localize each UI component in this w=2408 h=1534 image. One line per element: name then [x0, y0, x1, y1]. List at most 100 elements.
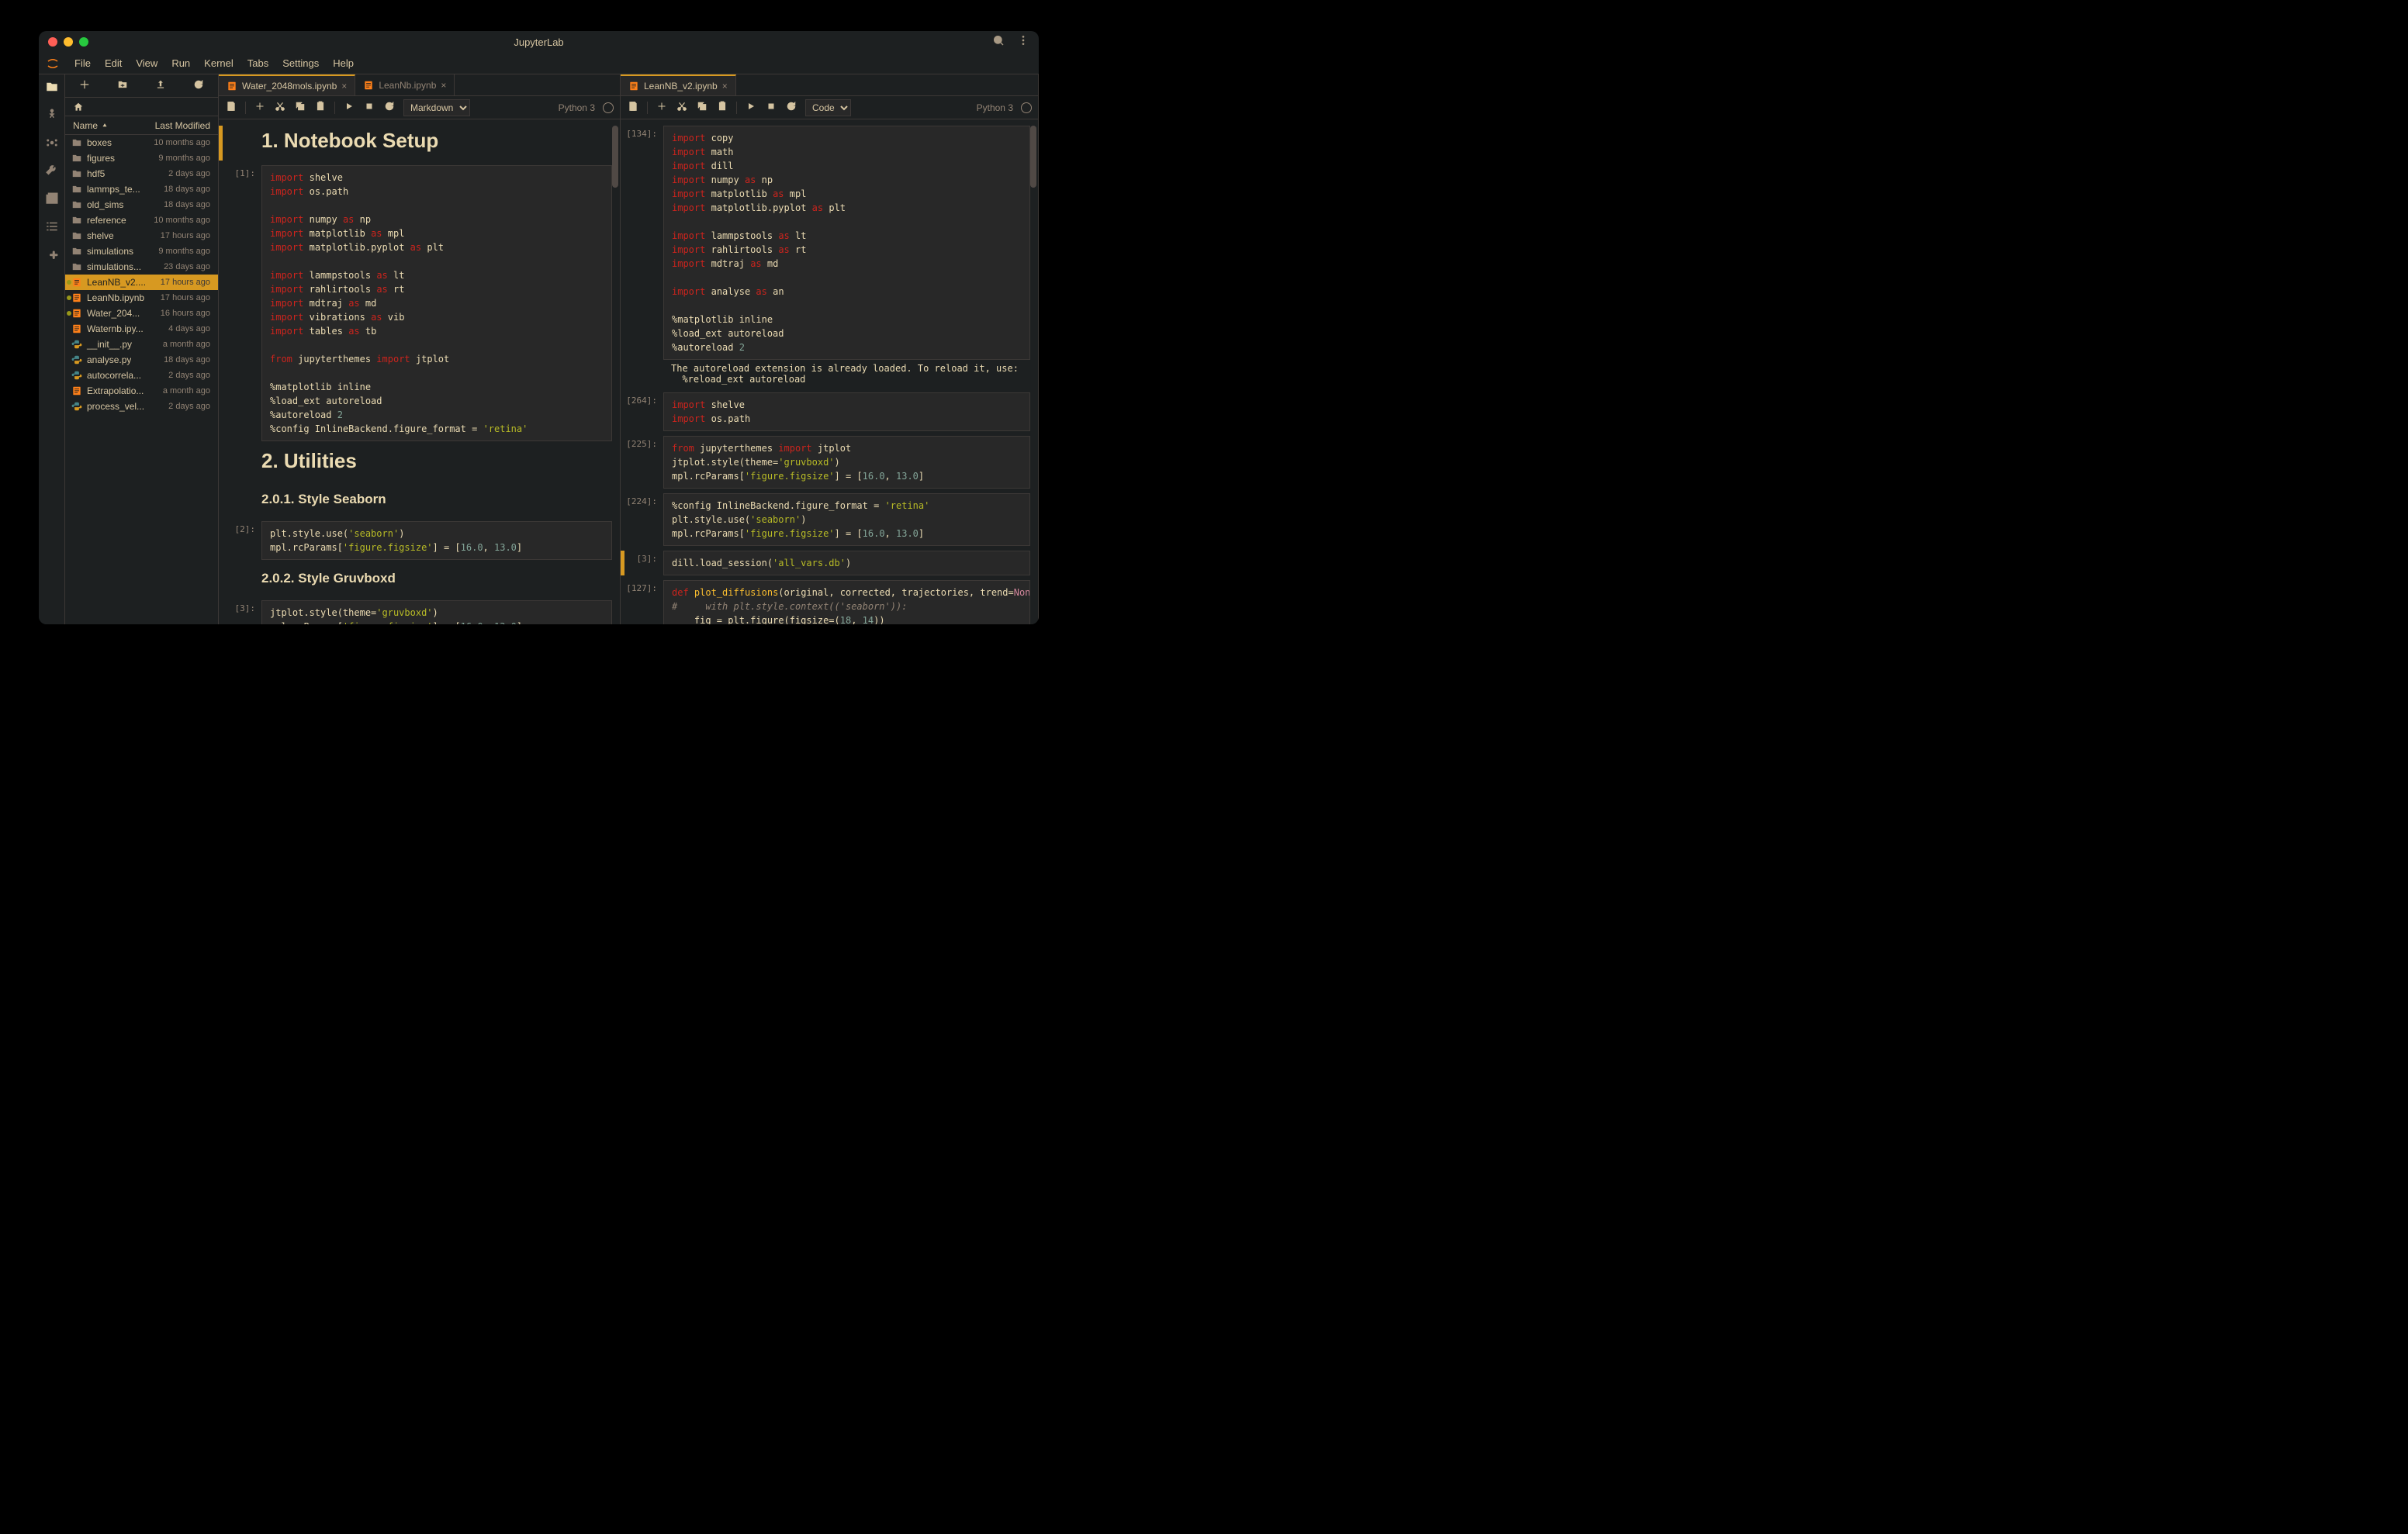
code-input[interactable]: def plot_diffusions(original, corrected,…	[663, 580, 1030, 624]
paste-button[interactable]	[716, 101, 728, 114]
markdown-cell[interactable]: 2.0.2. Style Gruvboxd	[261, 565, 612, 596]
notebook-cell[interactable]: 2.0.1. Style Seaborn	[219, 485, 620, 517]
running-tab-icon[interactable]	[44, 107, 60, 123]
menu-item-edit[interactable]: Edit	[99, 54, 128, 72]
file-browser-tab-icon[interactable]	[44, 79, 60, 95]
code-input[interactable]: jtplot.style(theme='gruvboxd') mpl.rcPar…	[261, 600, 612, 624]
file-item[interactable]: hdf52 days ago	[65, 166, 218, 181]
upload-icon[interactable]	[155, 79, 166, 92]
copy-button[interactable]	[696, 101, 708, 114]
file-item[interactable]: simulations9 months ago	[65, 244, 218, 259]
kernel-name[interactable]: Python 3	[977, 102, 1013, 113]
file-item[interactable]: figures9 months ago	[65, 150, 218, 166]
stop-button[interactable]	[765, 102, 777, 113]
notebook-cell[interactable]: [2]:plt.style.use('seaborn') mpl.rcParam…	[219, 521, 620, 560]
restart-button[interactable]	[383, 101, 396, 114]
restart-button[interactable]	[785, 101, 797, 114]
code-input[interactable]: plt.style.use('seaborn') mpl.rcParams['f…	[261, 521, 612, 560]
code-input[interactable]: import copy import math import dill impo…	[663, 126, 1030, 360]
file-item[interactable]: reference10 months ago	[65, 212, 218, 228]
close-icon[interactable]: ×	[341, 81, 347, 92]
run-button[interactable]	[745, 102, 757, 113]
kernel-status-icon[interactable]	[1021, 102, 1032, 113]
file-item[interactable]: shelve17 hours ago	[65, 228, 218, 244]
file-item[interactable]: LeanNB_v2....17 hours ago	[65, 275, 218, 290]
notebook-cell[interactable]: 1. Notebook Setup	[219, 126, 620, 161]
copy-button[interactable]	[294, 101, 306, 114]
cut-button[interactable]	[676, 101, 688, 114]
name-column-header[interactable]: Name	[73, 120, 98, 131]
markdown-cell[interactable]: 1. Notebook Setup	[261, 126, 612, 161]
tabs-tab-icon[interactable]	[44, 191, 60, 206]
toc-tab-icon[interactable]	[44, 219, 60, 234]
notebook-content-right[interactable]: [134]:import copy import math import dil…	[621, 119, 1038, 624]
window-maximize-button[interactable]	[79, 37, 88, 47]
breadcrumb[interactable]	[65, 98, 218, 116]
menu-item-kernel[interactable]: Kernel	[198, 54, 240, 72]
notebook-cell[interactable]: [224]:%config InlineBackend.figure_forma…	[621, 493, 1038, 546]
kernel-status-icon[interactable]	[603, 102, 614, 113]
close-icon[interactable]: ×	[441, 80, 446, 91]
file-item[interactable]: lammps_te...18 days ago	[65, 181, 218, 197]
markdown-cell[interactable]: 2.0.1. Style Seaborn	[261, 485, 612, 517]
code-input[interactable]: from jupyterthemes import jtplot jtplot.…	[663, 436, 1030, 489]
notebook-cell[interactable]: [264]:import shelve import os.path	[621, 392, 1038, 431]
run-button[interactable]	[343, 102, 355, 113]
cut-button[interactable]	[274, 101, 286, 114]
code-input[interactable]: dill.load_session('all_vars.db')	[663, 551, 1030, 575]
scrollbar[interactable]	[1030, 126, 1036, 188]
cell-type-select[interactable]: Markdown	[403, 99, 470, 116]
stop-button[interactable]	[363, 102, 375, 113]
insert-cell-button[interactable]	[656, 102, 668, 113]
new-folder-icon[interactable]	[117, 79, 128, 92]
file-item[interactable]: LeanNb.ipynb17 hours ago	[65, 290, 218, 306]
menu-item-help[interactable]: Help	[327, 54, 360, 72]
file-item[interactable]: old_sims18 days ago	[65, 197, 218, 212]
close-icon[interactable]: ×	[722, 81, 728, 92]
menu-item-run[interactable]: Run	[165, 54, 196, 72]
save-button[interactable]	[225, 101, 237, 114]
code-input[interactable]: import shelve import os.path	[663, 392, 1030, 431]
notebook-tab[interactable]: LeanNB_v2.ipynb×	[621, 74, 736, 95]
menu-item-settings[interactable]: Settings	[276, 54, 325, 72]
file-item[interactable]: __init__.pya month ago	[65, 337, 218, 352]
notebook-cell[interactable]: [3]:dill.load_session('all_vars.db')	[621, 551, 1038, 575]
kernel-name[interactable]: Python 3	[559, 102, 595, 113]
notebook-cell[interactable]: [225]:from jupyterthemes import jtplot j…	[621, 436, 1038, 489]
menu-item-tabs[interactable]: Tabs	[241, 54, 275, 72]
menu-item-view[interactable]: View	[130, 54, 164, 72]
window-minimize-button[interactable]	[64, 37, 73, 47]
file-item[interactable]: simulations...23 days ago	[65, 259, 218, 275]
paste-button[interactable]	[314, 101, 327, 114]
menu-item-file[interactable]: File	[68, 54, 97, 72]
commands-tab-icon[interactable]	[44, 135, 60, 150]
notebook-cell[interactable]: 2. Utilities	[219, 446, 620, 481]
file-item[interactable]: Water_204...16 hours ago	[65, 306, 218, 321]
more-icon[interactable]	[1017, 34, 1029, 50]
scrollbar[interactable]	[612, 126, 618, 188]
notebook-cell[interactable]: [127]:def plot_diffusions(original, corr…	[621, 580, 1038, 624]
code-input[interactable]: %config InlineBackend.figure_format = 'r…	[663, 493, 1030, 546]
extensions-tab-icon[interactable]	[44, 247, 60, 262]
search-icon[interactable]	[992, 34, 1005, 50]
save-button[interactable]	[627, 101, 639, 114]
notebook-cell[interactable]: [134]:import copy import math import dil…	[621, 126, 1038, 388]
notebook-cell[interactable]: 2.0.2. Style Gruvboxd	[219, 565, 620, 596]
file-item[interactable]: autocorrela...2 days ago	[65, 368, 218, 383]
refresh-icon[interactable]	[193, 79, 204, 92]
file-item[interactable]: boxes10 months ago	[65, 135, 218, 150]
file-item[interactable]: Extrapolatio...a month ago	[65, 383, 218, 399]
notebook-content-left[interactable]: 1. Notebook Setup [1]:import shelve impor…	[219, 119, 620, 624]
notebook-cell[interactable]: [1]:import shelve import os.path import …	[219, 165, 620, 441]
notebook-tab[interactable]: LeanNb.ipynb×	[355, 74, 455, 95]
code-input[interactable]: import shelve import os.path import nump…	[261, 165, 612, 441]
file-item[interactable]: process_vel...2 days ago	[65, 399, 218, 414]
jupyter-logo-icon[interactable]	[43, 54, 62, 73]
file-item[interactable]: Waternb.ipy...4 days ago	[65, 321, 218, 337]
markdown-cell[interactable]: 2. Utilities	[261, 446, 612, 481]
tools-tab-icon[interactable]	[44, 163, 60, 178]
file-item[interactable]: analyse.py18 days ago	[65, 352, 218, 368]
cell-type-select[interactable]: Code	[805, 99, 851, 116]
window-close-button[interactable]	[48, 37, 57, 47]
notebook-tab[interactable]: Water_2048mols.ipynb×	[219, 74, 355, 95]
